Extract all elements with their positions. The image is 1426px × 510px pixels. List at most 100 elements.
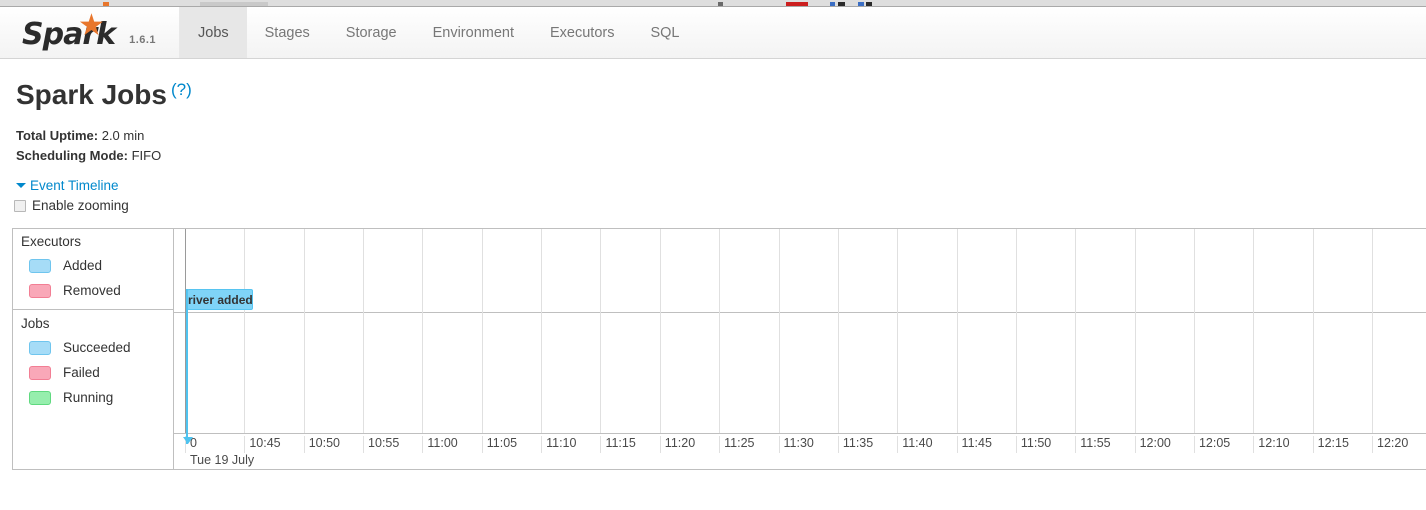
browser-icon-fragment <box>866 2 872 6</box>
tab-storage[interactable]: Storage <box>328 7 415 58</box>
timeline-gridline <box>363 229 365 433</box>
legend-item-label: Removed <box>63 283 121 298</box>
legend-group-jobs: Jobs Succeeded Failed Running <box>13 309 173 410</box>
axis-tick-label: 11:35 <box>837 436 873 453</box>
timeline-gridline <box>659 229 661 433</box>
timeline-gridline <box>778 229 780 433</box>
caret-down-icon <box>16 183 26 188</box>
legend-group-title: Jobs <box>21 316 50 331</box>
axis-tick-label: 11:10 <box>541 436 576 453</box>
legend-item-succeeded[interactable]: Succeeded <box>21 335 173 360</box>
enable-zooming-label: Enable zooming <box>32 198 129 213</box>
timeline-gridline <box>1075 229 1077 433</box>
tab-environment[interactable]: Environment <box>415 7 532 58</box>
legend-item-label: Succeeded <box>63 340 131 355</box>
enable-zooming-checkbox[interactable] <box>14 199 26 212</box>
spark-logo[interactable]: Spark ★ 1.6.1 <box>0 7 180 58</box>
tab-executors[interactable]: Executors <box>532 7 632 58</box>
driver-added-label: river added <box>188 293 253 307</box>
timeline-legend: Executors Added Removed Jobs Succeeded Failed… <box>13 229 174 469</box>
tab-label: Executors <box>550 24 615 41</box>
browser-icon-fragment <box>858 2 864 6</box>
navbar: Spark ★ 1.6.1 Jobs Stages Storage Environme… <box>0 7 1426 59</box>
timeline-gridline <box>303 229 305 433</box>
legend-group-title: Executors <box>21 234 82 249</box>
browser-icon-fragment <box>786 2 808 6</box>
axis-tick-label: 10:50 <box>303 436 340 453</box>
axis-tick-label: 12:05 <box>1193 436 1230 453</box>
browser-chrome-sliver <box>0 0 1426 7</box>
scheduling-mode-value: FIFO <box>131 148 162 163</box>
legend-item-label: Running <box>63 390 114 405</box>
tab-stages[interactable]: Stages <box>247 7 328 58</box>
timeline-gridline <box>1015 229 1017 433</box>
legend-swatch-failed <box>29 365 51 380</box>
axis-tick-label: 12:00 <box>1134 436 1171 453</box>
axis-date-label: Tue 19 July <box>190 453 255 467</box>
axis-tick-label: 11:15 <box>600 436 636 453</box>
timeline-gridline <box>1312 229 1314 433</box>
enable-zooming-row: Enable zooming <box>14 198 1426 213</box>
legend-item-failed[interactable]: Failed <box>21 360 173 385</box>
total-uptime-row: Total Uptime: 2.0 min <box>16 126 1426 146</box>
axis-tick-label: 11:50 <box>1015 436 1051 453</box>
total-uptime-label: Total Uptime: <box>16 128 99 143</box>
legend-item-label: Failed <box>63 365 100 380</box>
timeline-gridline <box>422 229 424 433</box>
timeline-axis: 0 10:45 10:50 10:55 11:00 11:05 11:10 11:15 11:2… <box>174 433 1426 469</box>
event-timeline-widget[interactable]: Executors Added Removed Jobs Succeeded Failed… <box>12 228 1426 470</box>
timeline-canvas[interactable]: river added 0 10:45 10:50 10:55 11:00 11:05 11… <box>174 229 1426 469</box>
legend-swatch-added <box>29 258 51 273</box>
timeline-gridline <box>1372 229 1373 433</box>
axis-tick-label: 10:55 <box>363 436 399 453</box>
timeline-gridline <box>837 229 839 433</box>
browser-icon-fragment <box>830 2 835 6</box>
axis-tick-label: 12:20 <box>1372 436 1408 453</box>
axis-tick-label: 11:05 <box>481 436 517 453</box>
star-icon: ★ <box>78 9 105 42</box>
tab-jobs[interactable]: Jobs <box>180 7 247 58</box>
timeline-gridline <box>1253 229 1255 433</box>
timeline-gridline <box>1193 229 1195 433</box>
legend-swatch-succeeded <box>29 340 51 355</box>
axis-tick-label: 11:45 <box>956 436 992 453</box>
axis-tick-label: 10:45 <box>244 436 281 453</box>
main-content: Spark Jobs (?) Total Uptime: 2.0 min Sche… <box>0 59 1426 213</box>
browser-icon-fragment <box>103 2 109 6</box>
timeline-gridline <box>719 229 721 433</box>
scheduling-mode-row: Scheduling Mode: FIFO <box>16 146 1426 166</box>
scheduling-mode-label: Scheduling Mode: <box>16 148 128 163</box>
axis-tick-label: 12:10 <box>1253 436 1290 453</box>
legend-group-executors: Executors Added Removed <box>13 229 173 303</box>
axis-tick-label: 11:30 <box>778 436 814 453</box>
timeline-gridline <box>541 229 543 433</box>
tab-label: Environment <box>432 24 514 41</box>
legend-item-removed[interactable]: Removed <box>21 278 173 303</box>
axis-tick-label: 12:15 <box>1312 436 1349 453</box>
spark-version-label: 1.6.1 <box>129 34 157 46</box>
tab-sql[interactable]: SQL <box>632 7 697 58</box>
legend-item-added[interactable]: Added <box>21 253 173 278</box>
driver-added-event[interactable]: river added <box>187 289 253 310</box>
nav-tabs: Jobs Stages Storage Environment Executors SQL <box>180 7 698 58</box>
event-timeline-toggle[interactable]: Event Timeline <box>16 178 119 193</box>
timeline-section-divider <box>174 312 1426 313</box>
legend-swatch-running <box>29 390 51 405</box>
tab-label: Storage <box>345 24 397 41</box>
legend-swatch-removed <box>29 283 51 298</box>
driver-added-line <box>186 289 188 444</box>
tab-label: Stages <box>264 24 310 41</box>
timeline-gridline <box>1134 229 1136 433</box>
legend-item-running[interactable]: Running <box>21 385 173 410</box>
help-link[interactable]: (?) <box>171 80 192 99</box>
tab-label: Jobs <box>198 24 229 41</box>
legend-item-label: Added <box>63 258 103 273</box>
timeline-gridline <box>600 229 602 433</box>
event-timeline-label: Event Timeline <box>30 178 119 193</box>
timeline-gridline <box>897 229 899 433</box>
page-title: Spark Jobs (?) <box>16 81 1426 109</box>
axis-tick-label: 11:20 <box>659 436 695 453</box>
browser-icon-fragment <box>838 2 845 6</box>
job-summary-meta: Total Uptime: 2.0 min Scheduling Mode: F… <box>16 126 1426 166</box>
axis-tick-label: 11:55 <box>1075 436 1111 453</box>
